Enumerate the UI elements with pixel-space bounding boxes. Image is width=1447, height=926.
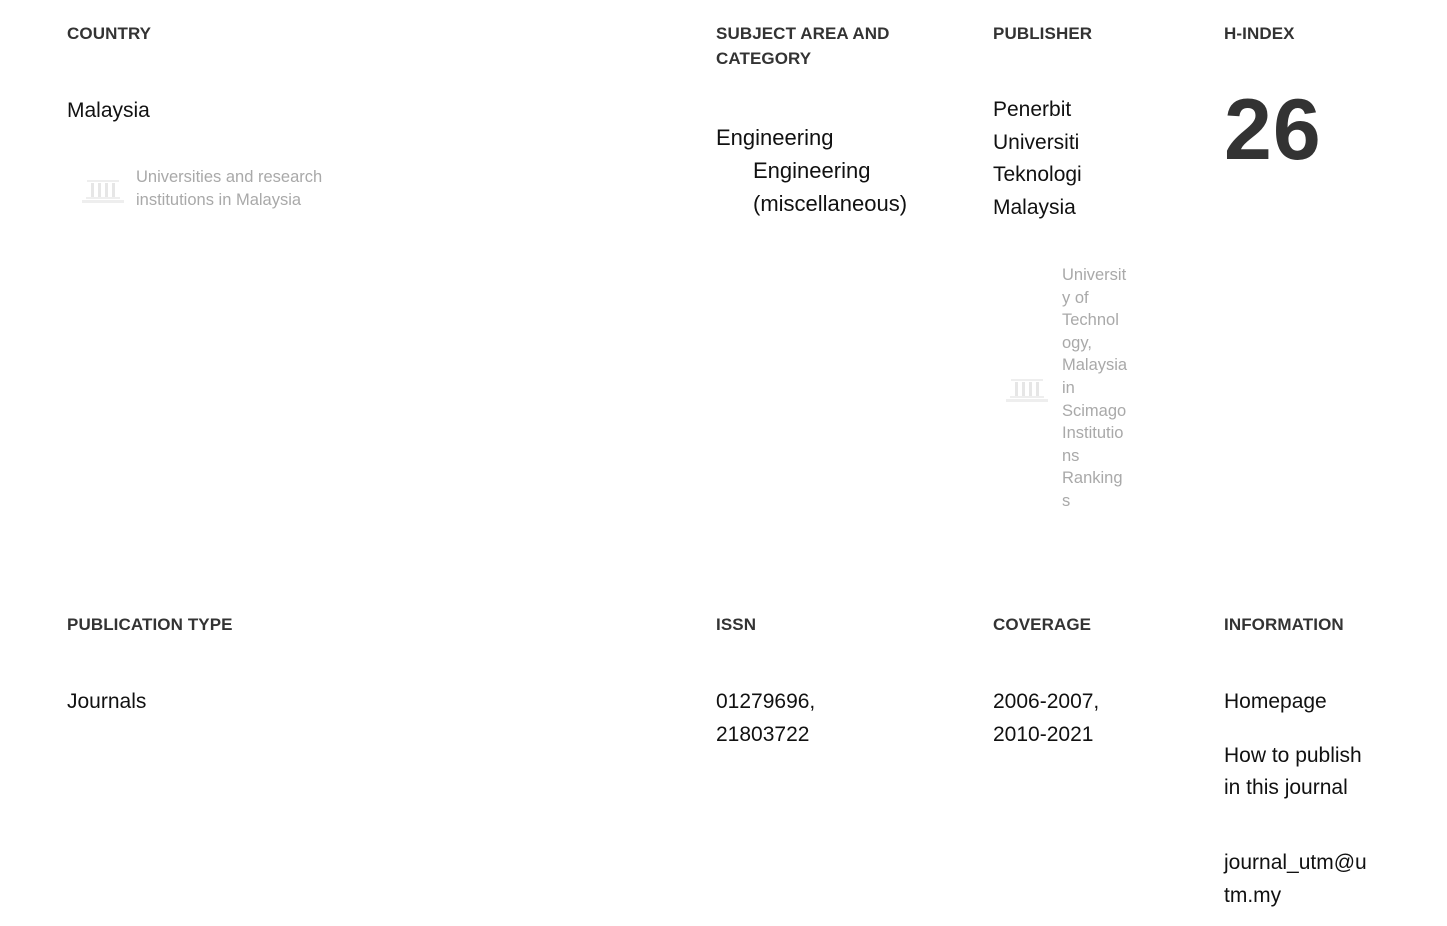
country-heading: COUNTRY xyxy=(67,24,152,43)
institution-building-icon xyxy=(1006,379,1048,403)
issn-heading: ISSN xyxy=(716,615,757,634)
ranking-line: ns xyxy=(1062,446,1080,465)
email-line: journal_utm@u xyxy=(1224,851,1367,874)
publisher-name-line: Malaysia xyxy=(993,195,1076,219)
ranking-line: Universit xyxy=(1062,266,1127,284)
ranking-line: in xyxy=(1062,378,1075,397)
email-link[interactable]: journal_utm@u tm.my xyxy=(1224,846,1367,912)
country-link[interactable]: Malaysia xyxy=(67,94,150,127)
how-to-publish-line: in this journal xyxy=(1224,776,1348,799)
ranking-line: Ranking xyxy=(1062,469,1123,488)
ranking-line: y of xyxy=(1062,288,1089,307)
country-institutions-link[interactable]: Universities and research institutions i… xyxy=(80,166,346,212)
hindex-heading: H-INDEX xyxy=(1224,24,1295,43)
publisher-heading: PUBLISHER xyxy=(993,24,1093,43)
institution-building-icon xyxy=(82,180,124,203)
ranking-line: Malaysia xyxy=(1062,356,1128,375)
coverage-line: 2006-2007, xyxy=(993,690,1100,713)
issn-line: 21803722 xyxy=(716,723,810,746)
country-institutions-text: Universities and research institutions i… xyxy=(136,168,323,209)
how-to-publish-line: How to publish xyxy=(1224,744,1362,767)
homepage-link[interactable]: Homepage xyxy=(1224,685,1327,718)
publisher-name-line: Universiti xyxy=(993,130,1080,154)
subject-area-link[interactable]: Engineering xyxy=(716,121,833,154)
issn-value: 01279696, 21803722 xyxy=(716,685,815,751)
publisher-name-line: Penerbit xyxy=(993,98,1072,121)
publisher-ranking-text: Universit y of Technol ogy, Malaysia in … xyxy=(1062,264,1137,513)
publication-type-value: Journals xyxy=(67,690,147,713)
subject-category-line1: Engineering xyxy=(753,158,871,183)
how-to-publish-link[interactable]: How to publish in this journal xyxy=(1224,740,1362,804)
subject-category-link[interactable]: Engineering (miscellaneous) xyxy=(753,154,907,220)
ranking-line: Institutio xyxy=(1062,424,1124,443)
subject-category-line2: (miscellaneous) xyxy=(753,191,908,216)
subject-area-heading-line2: CATEGORY xyxy=(716,49,812,68)
journal-info-page: COUNTRY SUBJECT AREA AND CATEGORY PUBLIS… xyxy=(0,0,1447,926)
coverage-line: 2010-2021 xyxy=(993,723,1094,746)
ranking-line: ogy, xyxy=(1062,333,1092,352)
subject-area-heading: SUBJECT AREA AND CATEGORY xyxy=(716,21,890,71)
publication-type-heading: PUBLICATION TYPE xyxy=(67,615,233,634)
ranking-line: Technol xyxy=(1062,311,1119,330)
coverage-heading: COVERAGE xyxy=(993,615,1092,634)
ranking-line: s xyxy=(1062,491,1071,510)
issn-line: 01279696, xyxy=(716,690,816,713)
publisher-name-line: Teknologi xyxy=(993,163,1082,186)
hindex-value: 26 xyxy=(1224,82,1322,178)
publisher-ranking-link[interactable]: Universit y of Technol ogy, Malaysia in … xyxy=(1004,264,1137,513)
publisher-link[interactable]: Penerbit Universiti Teknologi Malaysia xyxy=(993,94,1082,224)
coverage-value: 2006-2007, 2010-2021 xyxy=(993,685,1099,751)
email-line: tm.my xyxy=(1224,884,1282,907)
ranking-line: Scimago xyxy=(1062,401,1127,420)
subject-area-heading-line1: SUBJECT AREA AND xyxy=(716,24,890,43)
information-heading: INFORMATION xyxy=(1224,615,1344,634)
